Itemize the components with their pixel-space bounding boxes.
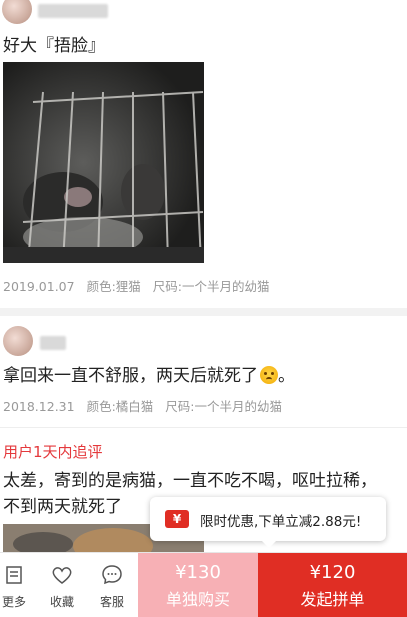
followup-text-line1: 太差，寄到的是病猫，一直不吃不喝，呕吐拉稀， bbox=[3, 471, 377, 491]
divider bbox=[0, 308, 407, 316]
review-meta: 2019.01.07 颜色:狸猫 尺码:一个半月的幼猫 bbox=[3, 276, 277, 295]
buy-alone-button[interactable]: ¥130 单独购买 bbox=[138, 553, 258, 617]
review-size: 尺码:一个半月的幼猫 bbox=[165, 399, 282, 414]
review-photo[interactable] bbox=[3, 62, 204, 263]
review-item: 拿回来一直不舒服，两天后就死了。 2018.12.31 颜色:橘白猫 尺码:一个… bbox=[0, 316, 407, 428]
review-text: 拿回来一直不舒服，两天后就死了。 bbox=[3, 363, 295, 389]
group-price: ¥120 bbox=[309, 562, 356, 583]
review-text-body: 拿回来一直不舒服，两天后就死了 bbox=[3, 366, 258, 386]
service-label: 客服 bbox=[99, 595, 124, 609]
service-button[interactable]: 客服 bbox=[90, 553, 134, 617]
promo-tooltip[interactable]: ¥ 限时优惠,下单立减2.88元! bbox=[150, 497, 386, 548]
review-size: 尺码:一个半月的幼猫 bbox=[152, 279, 270, 294]
start-group-buy-button[interactable]: ¥120 发起拼单 bbox=[258, 553, 407, 617]
followup-title: 用户1天内追评 bbox=[3, 443, 103, 461]
coupon-icon: ¥ bbox=[165, 510, 189, 528]
favorite-button[interactable]: 收藏 bbox=[40, 553, 84, 617]
group-label: 发起拼单 bbox=[300, 590, 365, 609]
reviewer-name bbox=[40, 336, 66, 350]
followup-text-line2: 不到两天就死了 bbox=[3, 497, 122, 517]
review-date: 2018.12.31 bbox=[3, 399, 75, 414]
favorite-label: 收藏 bbox=[49, 595, 74, 609]
review-meta: 2018.12.31 颜色:橘白猫 尺码:一个半月的幼猫 bbox=[3, 396, 290, 415]
solo-label: 单独购买 bbox=[165, 590, 230, 609]
bottom-action-bar: 更多 收藏 客服 ¥130 单独购买 ¥120 发起拼单 bbox=[0, 552, 407, 617]
review-item: 好大『捂脸』 2019.01.07 颜色:狸猫 尺码:一个半月的幼猫 bbox=[0, 0, 407, 308]
review-text-suffix: 。 bbox=[278, 366, 295, 386]
review-text: 好大『捂脸』 bbox=[3, 36, 105, 56]
reviewer-name bbox=[38, 4, 108, 18]
avatar[interactable] bbox=[3, 326, 33, 356]
more-button[interactable]: 更多 bbox=[0, 553, 36, 617]
more-label: 更多 bbox=[1, 595, 26, 609]
review-date: 2019.01.07 bbox=[3, 279, 75, 294]
chat-icon bbox=[102, 565, 122, 585]
review-color: 颜色:狸猫 bbox=[86, 279, 141, 294]
avatar[interactable] bbox=[2, 0, 32, 24]
review-color: 颜色:橘白猫 bbox=[86, 399, 154, 414]
solo-price: ¥130 bbox=[175, 562, 221, 583]
heart-icon bbox=[52, 567, 72, 584]
menu-icon bbox=[6, 566, 22, 584]
promo-text: 限时优惠,下单立减2.88元! bbox=[200, 514, 362, 530]
sad-face-icon bbox=[260, 366, 278, 384]
